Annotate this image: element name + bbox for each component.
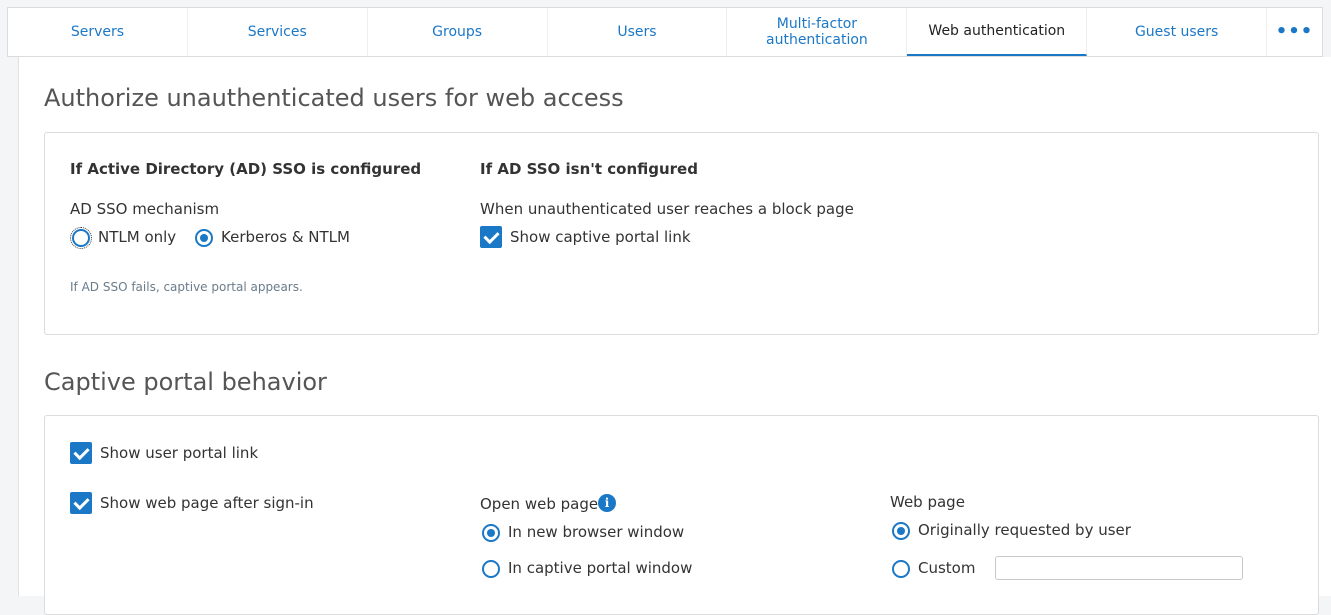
tab-users[interactable]: Users (548, 8, 728, 56)
radio-kerberos-ntlm[interactable] (195, 229, 213, 247)
open-web-page-label: Open web page (480, 495, 599, 513)
section-title-captive-portal: Captive portal behavior (44, 368, 327, 396)
captive-portal-panel: Show user portal link Show web page afte… (44, 415, 1319, 615)
radio-ntlm-only[interactable] (70, 227, 92, 249)
ad-sso-hint: If AD SSO fails, captive portal appears. (70, 280, 303, 294)
radio-new-browser-window[interactable] (482, 524, 500, 542)
show-web-page-after-signin-label[interactable]: Show web page after sign-in (100, 494, 314, 512)
section-title-authorize: Authorize unauthenticated users for web … (44, 84, 624, 112)
tab-guest-users[interactable]: Guest users (1087, 8, 1268, 56)
radio-custom[interactable] (892, 560, 910, 578)
radio-originally-requested[interactable] (892, 522, 910, 540)
radio-ntlm-only-label[interactable]: NTLM only (98, 228, 176, 246)
tab-multi-factor-authentication[interactable]: Multi-factor authentication (727, 8, 908, 56)
authorize-panel: If Active Directory (AD) SSO is configur… (44, 132, 1319, 335)
show-user-portal-link-label[interactable]: Show user portal link (100, 444, 258, 462)
radio-new-browser-window-label[interactable]: In new browser window (508, 523, 684, 541)
custom-web-page-input[interactable] (995, 556, 1243, 580)
ad-sso-configured-heading: If Active Directory (AD) SSO is configur… (70, 160, 422, 178)
tab-services[interactable]: Services (188, 8, 368, 56)
left-gutter (7, 57, 19, 596)
web-page-label: Web page (890, 493, 965, 511)
show-web-page-after-signin-checkbox[interactable] (70, 492, 92, 514)
ad-sso-mechanism-label: AD SSO mechanism (70, 200, 220, 218)
radio-captive-portal-window[interactable] (482, 560, 500, 578)
show-user-portal-link-checkbox[interactable] (70, 442, 92, 464)
more-icon[interactable]: ••• (1267, 8, 1322, 56)
ad-sso-not-configured-heading: If AD SSO isn't configured (480, 160, 698, 178)
block-page-label: When unauthenticated user reaches a bloc… (480, 200, 854, 218)
radio-captive-portal-window-label[interactable]: In captive portal window (508, 559, 692, 577)
tab-groups[interactable]: Groups (368, 8, 548, 56)
tab-web-authentication[interactable]: Web authentication (907, 8, 1088, 56)
radio-originally-requested-label[interactable]: Originally requested by user (918, 521, 1131, 539)
radio-custom-label[interactable]: Custom (918, 559, 975, 577)
show-captive-portal-link-checkbox[interactable] (480, 226, 502, 248)
show-captive-portal-link-label[interactable]: Show captive portal link (510, 228, 691, 246)
radio-kerberos-ntlm-label[interactable]: Kerberos & NTLM (221, 228, 350, 246)
tab-servers[interactable]: Servers (8, 8, 188, 56)
tab-bar: Servers Services Groups Users Multi-fact… (7, 7, 1323, 57)
info-icon[interactable]: i (598, 494, 616, 512)
